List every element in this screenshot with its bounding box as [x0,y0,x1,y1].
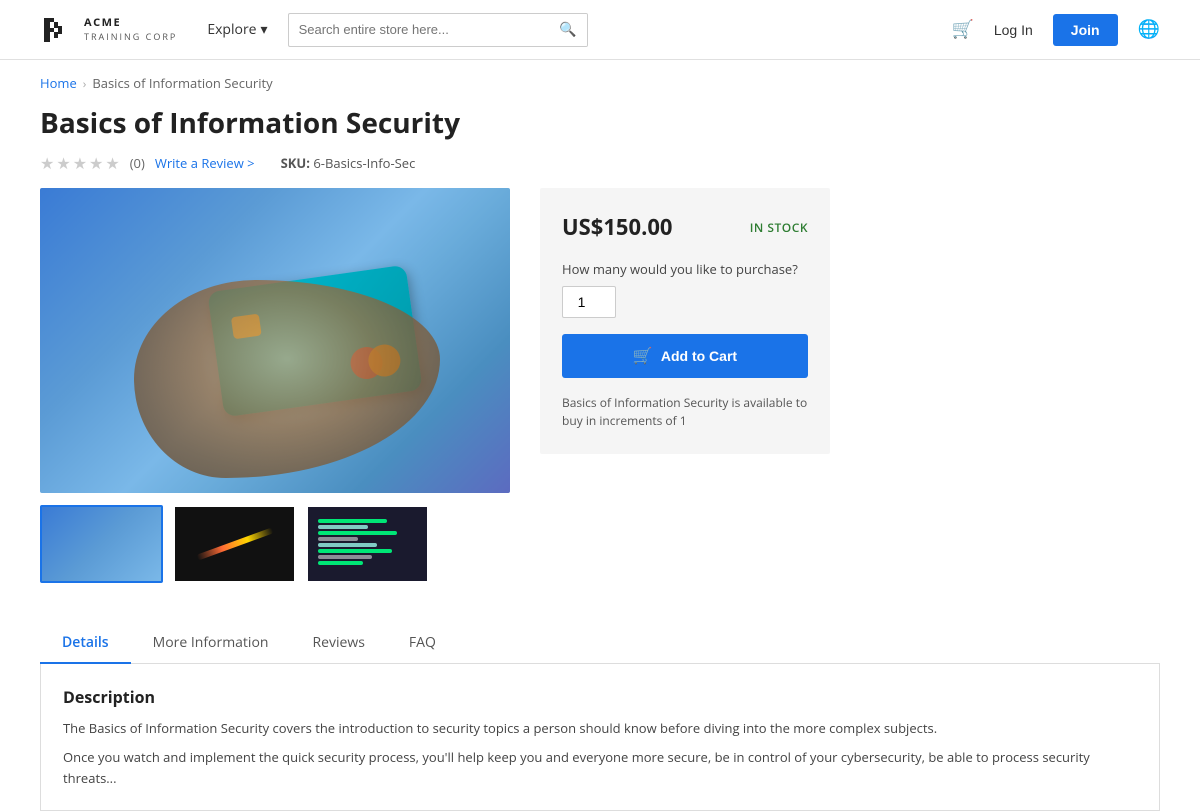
tabs-section: Details More Information Reviews FAQ Des… [0,623,1200,811]
breadcrumb: Home › Basics of Information Security [0,60,1200,98]
quantity-input[interactable] [562,286,616,318]
thumbnail-2[interactable] [173,505,296,583]
header: ACME TRAINING CORP Explore ▾ 🔍 🛒 Log In … [0,0,1200,60]
logo-subtitle: TRAINING CORP [84,30,177,43]
search-button[interactable]: 🔍 [549,14,586,46]
tab-reviews[interactable]: Reviews [290,623,386,664]
breadcrumb-separator: › [83,75,87,92]
breadcrumb-home[interactable]: Home [40,74,77,92]
star-rating: ★ ★ ★ ★ ★ [40,152,120,174]
tabs-bar: Details More Information Reviews FAQ [40,623,1160,664]
main-image-placeholder [40,188,510,493]
thumbnail-3[interactable] [306,505,429,583]
description-text-1: The Basics of Information Security cover… [63,718,1137,739]
chevron-down-icon: ▾ [261,20,268,39]
code-line-8 [318,561,363,565]
join-button[interactable]: Join [1053,14,1118,46]
page-title: Basics of Information Security [40,104,1160,142]
thumbnail-1[interactable] [40,505,163,583]
product-image-section [40,188,510,583]
explore-label: Explore [207,20,256,39]
login-button[interactable]: Log In [994,22,1033,38]
globe-icon: 🌐 [1138,19,1160,39]
star-3: ★ [73,152,87,174]
code-line-2 [318,525,368,529]
description-title: Description [63,686,1137,708]
code-line-3 [318,531,397,535]
qty-label: How many would you like to purchase? [562,260,808,278]
availability-note: Basics of Information Security is availa… [562,394,808,430]
cart-icon-white: 🛒 [633,346,653,366]
tab-faq[interactable]: FAQ [387,623,458,664]
sku-value: 6-Basics-Info-Sec [313,154,415,172]
price-row: US$150.00 IN STOCK [562,212,808,242]
thumbnails [40,505,510,583]
tab-details[interactable]: Details [40,623,131,664]
code-line-6 [318,549,392,553]
write-review-link[interactable]: Write a Review > [155,154,255,172]
stock-status: IN STOCK [750,219,808,236]
sku-area: SKU: 6-Basics-Info-Sec [281,154,416,172]
code-line-5 [318,543,377,547]
breadcrumb-current: Basics of Information Security [92,74,272,92]
tab-content: Description The Basics of Information Se… [40,664,1160,811]
hand-card-visual [40,188,510,493]
code-line-4 [318,537,358,541]
language-button[interactable]: 🌐 [1138,19,1160,40]
logo[interactable]: ACME TRAINING CORP [40,12,177,48]
product-price: US$150.00 [562,212,673,242]
header-right: 🛒 Log In Join 🌐 [951,14,1160,46]
rating-row: ★ ★ ★ ★ ★ (0) Write a Review > SKU: 6-Ba… [40,152,1160,174]
page-title-area: Basics of Information Security ★ ★ ★ ★ ★… [0,98,1200,188]
add-to-cart-button[interactable]: 🛒 Add to Cart [562,334,808,378]
star-1: ★ [40,152,54,174]
rating-count: (0) [130,154,145,172]
add-to-cart-label: Add to Cart [661,348,737,364]
logo-name: ACME [84,16,177,29]
cart-button[interactable]: 🛒 [951,19,973,40]
search-input[interactable] [289,16,550,43]
explore-nav[interactable]: Explore ▾ [207,20,267,39]
code-line-7 [318,555,372,559]
light-streak [196,528,273,561]
thumb-img-2 [175,507,294,581]
cart-icon: 🛒 [951,19,973,39]
star-4: ★ [89,152,103,174]
tab-more-information[interactable]: More Information [131,623,291,664]
thumb-img-1 [42,507,161,581]
logo-icon [40,12,76,48]
thumb-img-3 [308,507,427,581]
sku-label: SKU: [281,154,310,172]
main-image [40,188,510,493]
main-content: US$150.00 IN STOCK How many would you li… [0,188,1200,603]
code-line-1 [318,519,387,523]
star-5: ★ [105,152,119,174]
search-icon: 🔍 [559,21,576,37]
hand-overlay [134,280,440,478]
purchase-panel: US$150.00 IN STOCK How many would you li… [540,188,830,454]
search-bar: 🔍 [288,13,588,47]
description-text-2: Once you watch and implement the quick s… [63,747,1137,789]
star-2: ★ [56,152,70,174]
